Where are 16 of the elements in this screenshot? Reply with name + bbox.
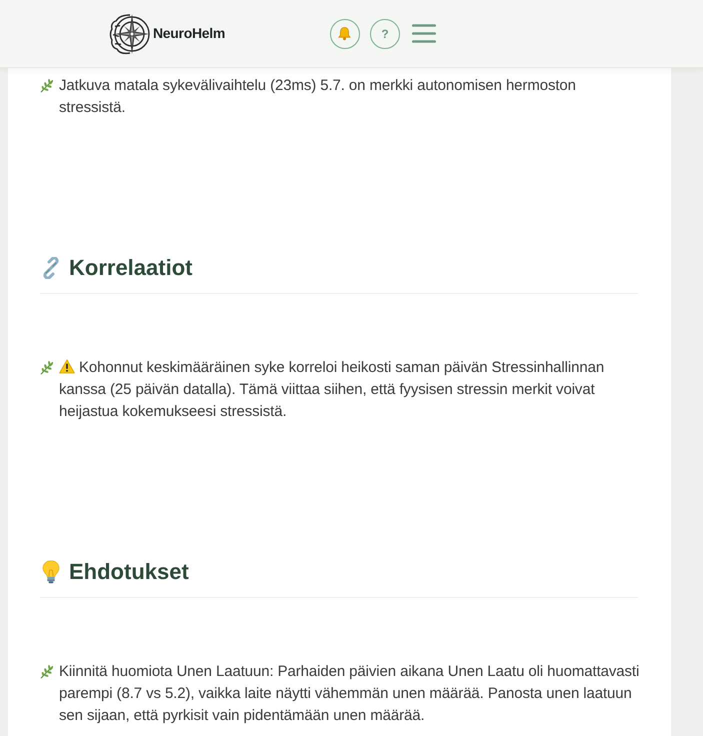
bell-icon [337, 26, 352, 41]
light-bulb-icon [42, 560, 60, 584]
compass-brain-logo-icon [109, 12, 151, 56]
leaf-sprig-icon [40, 361, 54, 375]
insight-text: Jatkuva matala sykevälivaihtelu (23ms) 5.7. on merkki autonomisen hermoston stressistä. [59, 76, 577, 118]
insight-text: Kiinnitä huomiota Unen Laatuun: Parhaiden päivien aikana Unen Laatu oli huomattavasti parempi (8.7 vs 5.2), vaikka laite näytti vähemmän unen määrää. Panosta unen laatuun sen sijaan, että pyrkisit vain pidentämään unen määrää. [59, 662, 640, 726]
warning-icon [59, 359, 75, 374]
insight-text: Kohonnut keskimääräinen syke korreloi heikosti saman päivän Stressinhallinnan kanssa (25 päivän datalla). Tämä viittaa siihen, että fyysisen stressin merkit voivat heijastua kokemukseesi stressistä. [59, 358, 606, 422]
leaf-sprig-icon [40, 665, 54, 679]
notifications-button[interactable] [330, 18, 360, 48]
brand-name[interactable]: NeuroHelm [153, 23, 225, 44]
menu-icon [412, 24, 436, 43]
menu-button[interactable] [412, 24, 436, 43]
section-heading: Ehdotukset [69, 558, 189, 586]
section-heading: Korrelaatiot [69, 254, 192, 282]
leaf-sprig-icon [40, 79, 54, 93]
